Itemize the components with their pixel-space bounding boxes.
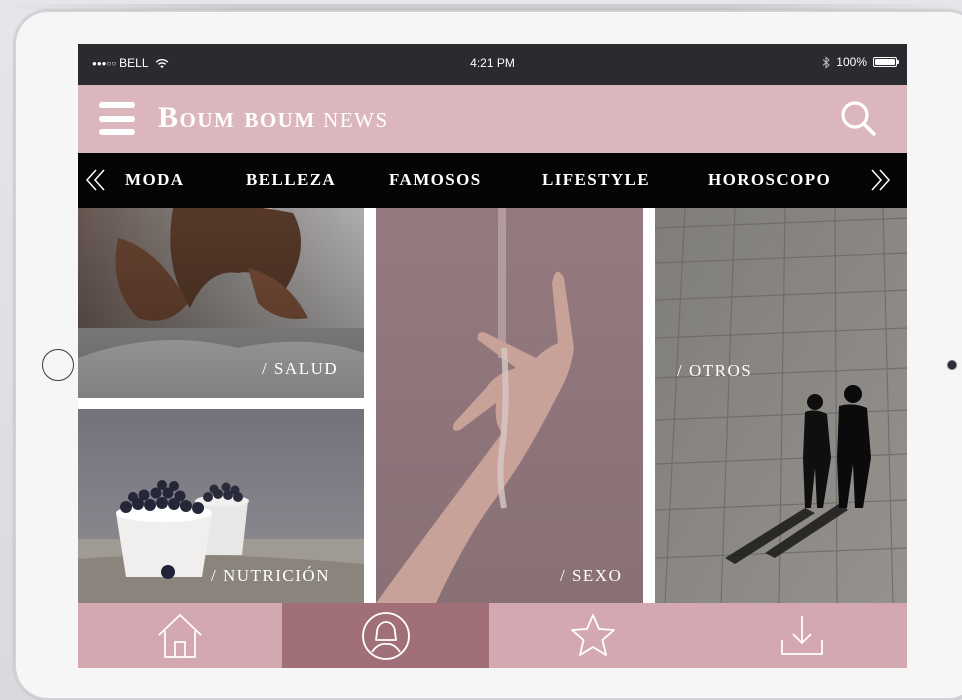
battery-percentage: 100% bbox=[836, 55, 867, 69]
device-scene: ●●●○○ BELL 4:21 PM 100% Boum boum news M… bbox=[0, 0, 962, 700]
sexo-photo bbox=[376, 208, 643, 603]
search-icon[interactable] bbox=[838, 99, 878, 139]
tile-label-nutricion: / NUTRICIÓN bbox=[211, 566, 330, 585]
tab-favorites[interactable] bbox=[489, 603, 696, 668]
category-horoscopo[interactable]: HOROSCOPO bbox=[708, 170, 831, 190]
tile-salud[interactable]: / SALUD bbox=[78, 208, 364, 398]
home-hardware-button[interactable] bbox=[42, 349, 74, 381]
bottom-tab-bar bbox=[78, 603, 907, 668]
battery-icon bbox=[873, 57, 899, 67]
status-bar: ●●●○○ BELL 4:21 PM 100% bbox=[78, 44, 907, 85]
brand-name-light: news bbox=[323, 101, 389, 134]
app-header: Boum boum news bbox=[78, 85, 907, 153]
category-famosos[interactable]: FAMOSOS bbox=[389, 170, 482, 190]
home-icon bbox=[158, 613, 202, 658]
brand-name-bold: Boum boum bbox=[158, 101, 316, 134]
tab-downloads[interactable] bbox=[696, 603, 907, 668]
tab-profile[interactable] bbox=[282, 603, 489, 668]
category-nav: MODA BELLEZA FAMOSOS LIFESTYLE HOROSCOPO bbox=[78, 153, 907, 208]
tile-nutricion[interactable]: / NUTRICIÓN bbox=[78, 409, 364, 603]
brand-logo: Boum boum news bbox=[158, 101, 389, 135]
chevron-double-right-icon[interactable] bbox=[868, 165, 892, 195]
hamburger-menu-icon[interactable] bbox=[99, 102, 135, 135]
chevron-double-left-icon[interactable] bbox=[84, 165, 108, 195]
category-lifestyle[interactable]: LIFESTYLE bbox=[542, 170, 650, 190]
camera-lens bbox=[948, 361, 956, 369]
tile-label-otros: / OTROS bbox=[677, 361, 753, 380]
download-icon bbox=[780, 615, 823, 655]
status-time: 4:21 PM bbox=[470, 56, 515, 70]
tile-label-sexo: / SEXO bbox=[560, 566, 623, 585]
star-icon bbox=[570, 613, 615, 656]
tab-home[interactable] bbox=[78, 603, 282, 668]
tablet-rim bbox=[0, 4, 962, 10]
tile-label-salud: / SALUD bbox=[262, 359, 339, 378]
app-screen: ●●●○○ BELL 4:21 PM 100% Boum boum news M… bbox=[78, 44, 907, 668]
category-belleza[interactable]: BELLEZA bbox=[246, 170, 336, 190]
profile-icon bbox=[361, 611, 410, 660]
tile-otros[interactable]: / OTROS bbox=[655, 208, 907, 603]
status-right: 100% bbox=[822, 55, 899, 69]
category-moda[interactable]: MODA bbox=[125, 170, 184, 190]
bluetooth-icon bbox=[822, 55, 831, 69]
tile-sexo[interactable]: / SEXO bbox=[376, 208, 643, 603]
otros-photo bbox=[655, 208, 907, 603]
